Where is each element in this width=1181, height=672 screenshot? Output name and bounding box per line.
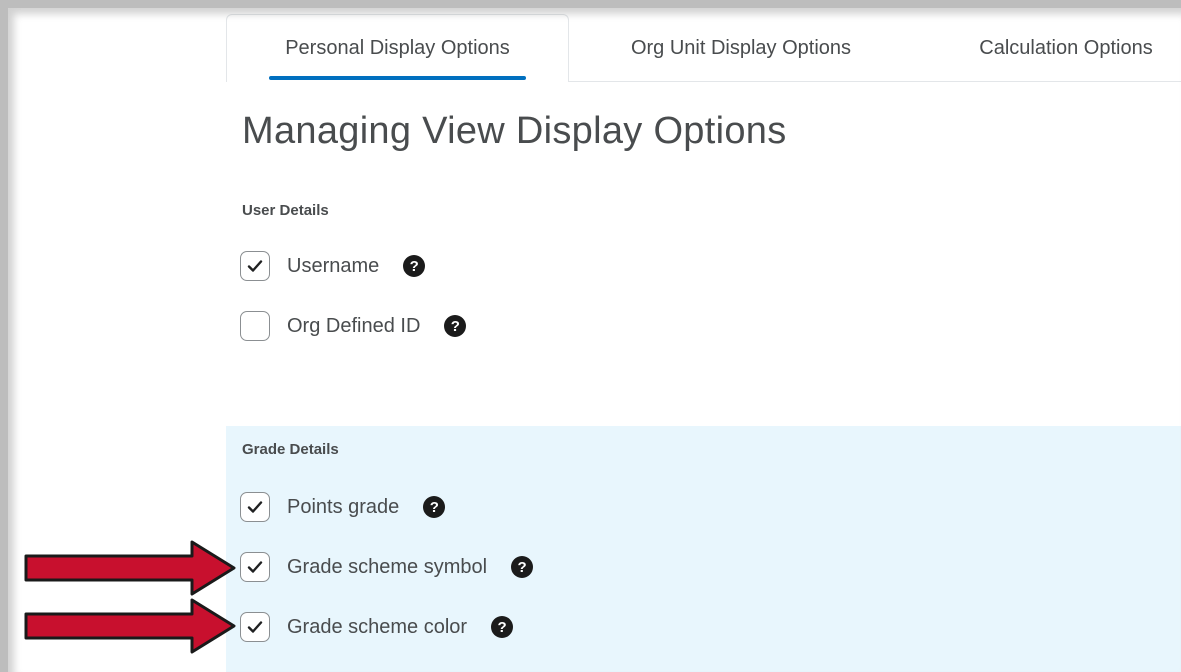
- grade-scheme-symbol-checkbox[interactable]: [240, 552, 270, 582]
- settings-tabs: Personal Display Options Org Unit Displa…: [226, 8, 1181, 83]
- question-circle-icon[interactable]: ?: [423, 496, 446, 518]
- grades-settings-page: Personal Display Options Org Unit Displa…: [226, 8, 1181, 672]
- option-label: Org Defined ID: [287, 314, 421, 337]
- option-label: Username: [287, 254, 380, 277]
- option-label: Grade scheme color: [287, 615, 468, 638]
- annotation-arrow-icon: [24, 598, 236, 654]
- grade-details-heading: Grade Details: [242, 441, 339, 458]
- option-grade-scheme-color: Grade scheme color ?: [240, 610, 514, 644]
- page-title: Managing View Display Options: [242, 110, 787, 152]
- checkmark-icon: [247, 621, 263, 633]
- tab-divider: [569, 81, 1181, 82]
- option-label: Grade scheme symbol: [287, 555, 488, 578]
- option-org-defined-id: Org Defined ID ?: [240, 309, 467, 343]
- question-circle-icon[interactable]: ?: [491, 616, 514, 638]
- checkmark-icon: [247, 561, 263, 573]
- question-circle-icon[interactable]: ?: [511, 556, 534, 578]
- option-username: Username ?: [240, 249, 426, 283]
- question-circle-icon[interactable]: ?: [403, 255, 426, 277]
- annotation-arrow-icon: [24, 540, 236, 596]
- tab-label: Calculation Options: [979, 36, 1153, 59]
- grade-scheme-color-checkbox[interactable]: [240, 612, 270, 642]
- org-defined-id-checkbox[interactable]: [240, 311, 270, 341]
- tab-label: Personal Display Options: [285, 37, 510, 59]
- tab-personal-display-options[interactable]: Personal Display Options: [226, 14, 569, 82]
- option-points-grade: Points grade ?: [240, 490, 446, 524]
- tab-org-unit-display-options[interactable]: Org Unit Display Options: [596, 14, 886, 82]
- option-grade-scheme-symbol: Grade scheme symbol ?: [240, 550, 534, 584]
- points-grade-checkbox[interactable]: [240, 492, 270, 522]
- option-label: Points grade: [287, 495, 400, 518]
- user-details-heading: User Details: [242, 202, 329, 219]
- tab-label: Org Unit Display Options: [630, 36, 852, 59]
- tab-calculation-options[interactable]: Calculation Options: [936, 14, 1181, 82]
- checkmark-icon: [247, 260, 263, 272]
- question-circle-icon[interactable]: ?: [444, 315, 467, 337]
- username-checkbox[interactable]: [240, 251, 270, 281]
- checkmark-icon: [247, 501, 263, 513]
- active-tab-indicator: [269, 76, 526, 80]
